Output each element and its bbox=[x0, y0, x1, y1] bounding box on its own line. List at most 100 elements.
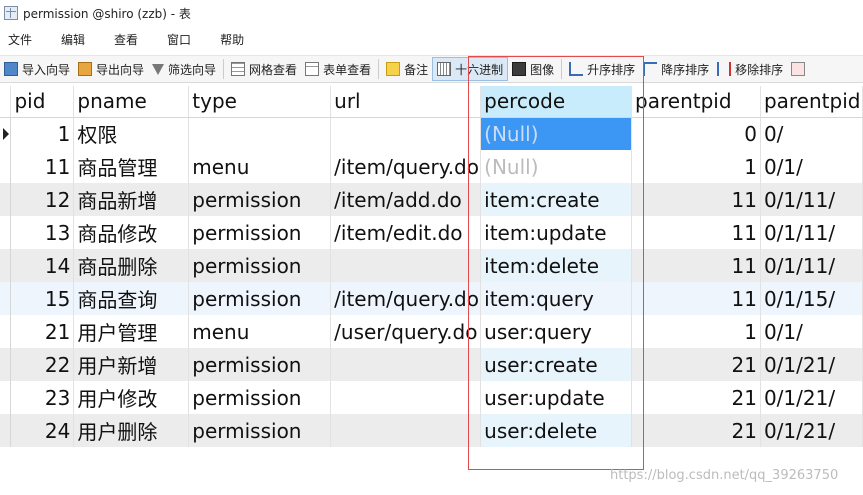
cell-pid[interactable]: 15 bbox=[10, 282, 75, 315]
cell-parentpid[interactable]: 21 bbox=[631, 348, 761, 381]
cell-url[interactable] bbox=[330, 249, 482, 282]
menu-edit[interactable]: 编辑 bbox=[58, 31, 88, 48]
cell-url[interactable] bbox=[330, 414, 482, 447]
table-row[interactable]: 22 用户新增 permission user:create 21 0/1/21… bbox=[0, 348, 863, 381]
cell-pid[interactable]: 24 bbox=[10, 414, 75, 447]
col-header-pname[interactable]: pname bbox=[73, 86, 190, 118]
cell-url[interactable]: /user/query.do bbox=[330, 315, 482, 348]
cell-pid[interactable]: 12 bbox=[10, 183, 75, 216]
cell-url[interactable] bbox=[330, 117, 482, 150]
col-header-percode[interactable]: percode bbox=[480, 86, 633, 118]
cell-type[interactable] bbox=[188, 117, 332, 150]
image-button[interactable]: 图像 bbox=[508, 57, 558, 81]
menu-window[interactable]: 窗口 bbox=[164, 31, 194, 48]
cell-parentpid[interactable]: 11 bbox=[631, 216, 761, 249]
cell-type[interactable]: menu bbox=[188, 150, 332, 183]
cell-pname[interactable]: 商品管理 bbox=[73, 150, 190, 183]
cell-parentpid[interactable]: 11 bbox=[631, 183, 761, 216]
remove-sort-button[interactable]: 移除排序 bbox=[713, 57, 787, 81]
import-wizard-button[interactable]: 导入向导 bbox=[0, 57, 74, 81]
cell-percode[interactable]: (Null) bbox=[480, 150, 633, 183]
menu-help[interactable]: 帮助 bbox=[217, 31, 247, 48]
cell-pname[interactable]: 用户修改 bbox=[73, 381, 190, 414]
cell-type[interactable]: permission bbox=[188, 183, 332, 216]
cell-pid[interactable]: 14 bbox=[10, 249, 75, 282]
cell-type[interactable]: permission bbox=[188, 282, 332, 315]
sort-desc-button[interactable]: 降序排序 bbox=[639, 57, 713, 81]
table-row[interactable]: 11 商品管理 menu /item/query.do (Null) 1 0/1… bbox=[0, 150, 863, 183]
cell-pname[interactable]: 商品查询 bbox=[73, 282, 190, 315]
cell-type[interactable]: menu bbox=[188, 315, 332, 348]
cell-parentpid[interactable]: 1 bbox=[631, 150, 761, 183]
cell-parentpids[interactable]: 0/1/21/ bbox=[760, 381, 863, 414]
cell-parentpids[interactable]: 0/1/11/ bbox=[760, 249, 863, 282]
menu-view[interactable]: 查看 bbox=[111, 31, 141, 48]
table-row[interactable]: 12 商品新增 permission /item/add.do item:cre… bbox=[0, 183, 863, 216]
cell-parentpids[interactable]: 0/1/21/ bbox=[760, 348, 863, 381]
cell-type[interactable]: permission bbox=[188, 216, 332, 249]
cell-url[interactable]: /item/edit.do bbox=[330, 216, 482, 249]
cell-pid[interactable]: 13 bbox=[10, 216, 75, 249]
cell-parentpid[interactable]: 11 bbox=[631, 249, 761, 282]
cell-pname[interactable]: 商品删除 bbox=[73, 249, 190, 282]
filter-wizard-button[interactable]: 筛选向导 bbox=[148, 57, 220, 81]
sort-asc-button[interactable]: 升序排序 bbox=[565, 57, 639, 81]
cell-pname[interactable]: 商品新增 bbox=[73, 183, 190, 216]
col-header-type[interactable]: type bbox=[188, 86, 332, 118]
cell-percode[interactable]: item:delete bbox=[480, 249, 633, 282]
cell-percode[interactable]: user:create bbox=[480, 348, 633, 381]
cell-pname[interactable]: 商品修改 bbox=[73, 216, 190, 249]
cell-pid[interactable]: 11 bbox=[10, 150, 75, 183]
cell-url[interactable]: /item/query.do bbox=[330, 282, 482, 315]
col-header-parentpid[interactable]: parentpid bbox=[631, 86, 761, 118]
grid-view-button[interactable]: 网格查看 bbox=[227, 57, 301, 81]
cell-parentpids[interactable]: 0/1/21/ bbox=[760, 414, 863, 447]
cell-pid[interactable]: 21 bbox=[10, 315, 75, 348]
cell-parentpids[interactable]: 0/1/11/ bbox=[760, 216, 863, 249]
cell-url[interactable] bbox=[330, 381, 482, 414]
table-row[interactable]: 1 权限 (Null) 0 0/ bbox=[0, 117, 863, 150]
cell-pname[interactable]: 权限 bbox=[73, 117, 190, 150]
cell-percode[interactable]: user:update bbox=[480, 381, 633, 414]
cell-parentpids[interactable]: 0/1/ bbox=[760, 315, 863, 348]
cell-url[interactable]: /item/query.do bbox=[330, 150, 482, 183]
table-row[interactable]: 24 用户删除 permission user:delete 21 0/1/21… bbox=[0, 414, 863, 447]
more-button[interactable] bbox=[787, 57, 813, 81]
table-row[interactable]: 14 商品删除 permission item:delete 11 0/1/11… bbox=[0, 249, 863, 282]
col-header-pid[interactable]: pid bbox=[10, 86, 75, 118]
cell-percode[interactable]: item:query bbox=[480, 282, 633, 315]
col-header-url[interactable]: url bbox=[330, 86, 482, 118]
cell-pname[interactable]: 用户管理 bbox=[73, 315, 190, 348]
cell-pid[interactable]: 23 bbox=[10, 381, 75, 414]
cell-type[interactable]: permission bbox=[188, 249, 332, 282]
table-row[interactable]: 23 用户修改 permission user:update 21 0/1/21… bbox=[0, 381, 863, 414]
cell-percode[interactable]: user:query bbox=[480, 315, 633, 348]
cell-parentpid[interactable]: 11 bbox=[631, 282, 761, 315]
cell-parentpid[interactable]: 21 bbox=[631, 381, 761, 414]
cell-parentpids[interactable]: 0/1/15/ bbox=[760, 282, 863, 315]
cell-pid[interactable]: 22 bbox=[10, 348, 75, 381]
cell-pname[interactable]: 用户删除 bbox=[73, 414, 190, 447]
cell-pid[interactable]: 1 bbox=[10, 117, 75, 150]
cell-percode[interactable]: item:create bbox=[480, 183, 633, 216]
table-row[interactable]: 15 商品查询 permission /item/query.do item:q… bbox=[0, 282, 863, 315]
export-wizard-button[interactable]: 导出向导 bbox=[74, 57, 148, 81]
cell-parentpids[interactable]: 0/1/ bbox=[760, 150, 863, 183]
cell-type[interactable]: permission bbox=[188, 381, 332, 414]
cell-parentpid[interactable]: 21 bbox=[631, 414, 761, 447]
cell-parentpid[interactable]: 0 bbox=[631, 117, 761, 150]
cell-url[interactable]: /item/add.do bbox=[330, 183, 482, 216]
hex-button[interactable]: 十六进制 bbox=[432, 57, 509, 81]
form-view-button[interactable]: 表单查看 bbox=[301, 57, 375, 81]
col-header-parentpids[interactable]: parentpid bbox=[760, 86, 863, 118]
cell-type[interactable]: permission bbox=[188, 348, 332, 381]
table-row[interactable]: 13 商品修改 permission /item/edit.do item:up… bbox=[0, 216, 863, 249]
cell-type[interactable]: permission bbox=[188, 414, 332, 447]
cell-parentpids[interactable]: 0/1/11/ bbox=[760, 183, 863, 216]
cell-percode[interactable]: (Null) bbox=[480, 117, 633, 150]
cell-parentpid[interactable]: 1 bbox=[631, 315, 761, 348]
table-row[interactable]: 21 用户管理 menu /user/query.do user:query 1… bbox=[0, 315, 863, 348]
cell-parentpids[interactable]: 0/ bbox=[760, 117, 863, 150]
menu-file[interactable]: 文件 bbox=[5, 31, 35, 48]
cell-percode[interactable]: item:update bbox=[480, 216, 633, 249]
